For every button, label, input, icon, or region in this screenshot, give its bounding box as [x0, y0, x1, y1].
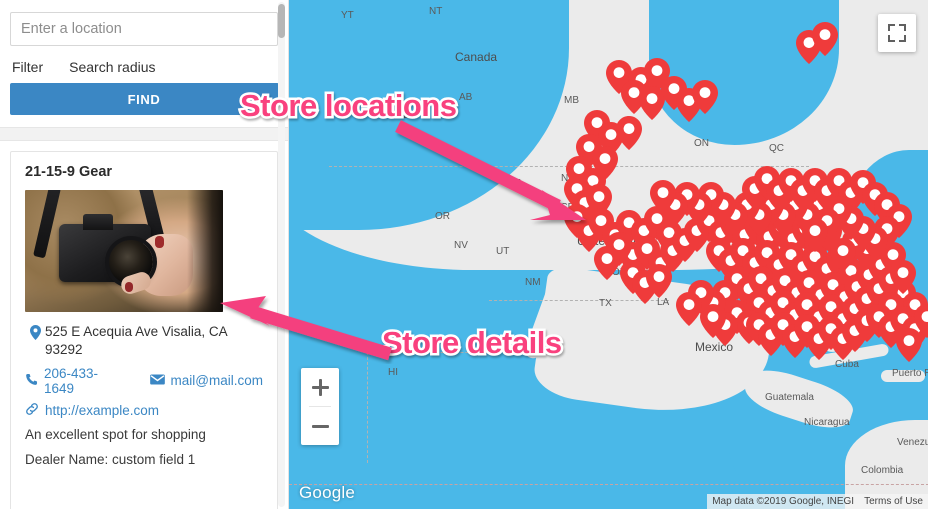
zoom-controls[interactable] [301, 368, 339, 445]
terms-of-use-link[interactable]: Terms of Use [864, 496, 923, 507]
map-marker[interactable] [594, 246, 620, 280]
annotation-store-locations: Store locations [237, 86, 459, 126]
location-search-input[interactable] [10, 12, 278, 46]
filter-row: Filter Search radius [12, 59, 278, 75]
address-row: 525 E Acequia Ave Visalia, CA 93292 [25, 323, 263, 359]
store-website[interactable]: http://example.com [45, 403, 159, 418]
map-marker[interactable] [700, 304, 726, 338]
map-marker[interactable] [812, 22, 838, 56]
map-marker[interactable] [676, 292, 702, 326]
map-marker[interactable] [692, 80, 718, 114]
contact-row: 206-433-1649 mail@mail.com [25, 366, 263, 396]
fingernail-shape-2 [125, 282, 133, 292]
border-hawaii-box [367, 352, 488, 463]
border-dateline [289, 484, 928, 485]
website-row: http://example.com [25, 402, 263, 419]
map-pin-icon [25, 323, 45, 340]
panel-divider [0, 127, 288, 141]
phone-icon [25, 373, 38, 389]
fingernail-shape [155, 236, 164, 248]
fullscreen-icon [888, 24, 906, 42]
annotation-store-details: Store details [380, 323, 565, 363]
map-marker[interactable] [890, 260, 916, 294]
photo-vignette [187, 190, 223, 312]
email-group: mail@mail.com [149, 373, 263, 388]
map-attribution: Map data ©2019 Google, INEGI Terms of Us… [707, 494, 928, 509]
find-button[interactable]: FIND [9, 83, 279, 115]
filter-label[interactable]: Filter [12, 59, 43, 75]
map-label-nm: NM [525, 277, 541, 288]
panel-scrollbar-track[interactable] [278, 2, 285, 507]
plus-icon-vertical [318, 378, 322, 396]
map-marker[interactable] [616, 116, 642, 150]
map-canvas[interactable]: YTNTCanadaBCABMBONQCMTNDSDORNVUTUnited S… [289, 0, 928, 509]
land-hispaniola [881, 370, 925, 382]
google-logo: Google [299, 483, 356, 502]
map-marker[interactable] [896, 328, 922, 362]
store-locator-app: Filter Search radius FIND 21-15-9 Gear [0, 0, 928, 509]
fullscreen-button[interactable] [878, 14, 916, 52]
camera-strap-left-shape [33, 190, 61, 259]
store-email[interactable]: mail@mail.com [171, 373, 263, 388]
minus-icon [311, 424, 329, 428]
store-card[interactable]: 21-15-9 Gear 525 E Acequia Ave Visalia, … [10, 151, 278, 509]
camera-prism-shape [83, 214, 113, 230]
link-icon [25, 402, 39, 419]
store-info-list: 525 E Acequia Ave Visalia, CA 93292 206-… [25, 323, 263, 470]
mail-icon [149, 373, 165, 388]
store-name: 21-15-9 Gear [25, 164, 113, 180]
store-address: 525 E Acequia Ave Visalia, CA 93292 [45, 324, 227, 357]
search-radius-label[interactable]: Search radius [69, 59, 155, 75]
left-panel: Filter Search radius FIND 21-15-9 Gear [0, 0, 289, 509]
store-phone[interactable]: 206-433-1649 [44, 366, 126, 396]
panel-scrollbar-thumb[interactable] [278, 4, 285, 38]
search-area: Filter Search radius [0, 0, 288, 75]
store-description: An excellent spot for shopping [25, 426, 206, 442]
map-marker[interactable] [650, 180, 676, 214]
attribution-text: Map data ©2019 Google, INEGI [712, 496, 855, 507]
zoom-out-button[interactable] [301, 407, 339, 445]
zoom-in-button[interactable] [301, 368, 339, 406]
store-photo[interactable] [25, 190, 223, 312]
store-custom-field: Dealer Name: custom field 1 [25, 452, 196, 468]
map-marker[interactable] [802, 218, 828, 252]
